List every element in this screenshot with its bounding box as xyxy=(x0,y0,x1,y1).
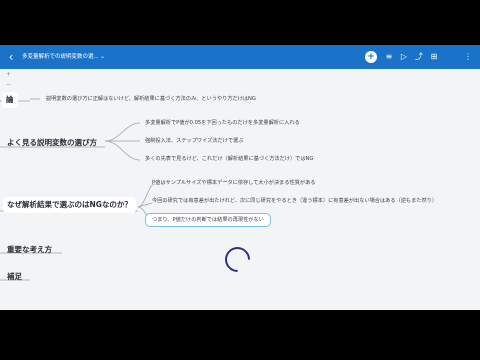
node-common-item-1[interactable]: 多変量解析でP値が0.05を下回ったものだけを多変量解析に入れる xyxy=(145,119,300,127)
node-why-item-3[interactable]: つまり、P値だけの判断では結果の再現性がない xyxy=(145,213,271,227)
node-why-item-2[interactable]: 今回の研究では有意差が出たけれど、次に同じ研究をやるとき（違う標本）に有意差が出… xyxy=(152,197,437,205)
node-common-methods[interactable]: よく見る説明変数の選び方 xyxy=(3,135,101,151)
node-important[interactable]: 重要な考え方 xyxy=(3,242,56,258)
node-common-item-2[interactable]: 強制投入法、ステップワイズ法だけで選ぶ xyxy=(145,137,243,145)
node-conclusion[interactable]: 論 xyxy=(2,92,18,108)
node-conclusion-text[interactable]: 説明変数の選び方に正解はないけど、解析結果に基づく方法のみ、というやり方だけはN… xyxy=(46,95,256,103)
node-supplement[interactable]: 補足 xyxy=(3,269,26,285)
node-conclusion-title: 論 xyxy=(6,95,14,104)
node-why-ng[interactable]: なぜ解析結果で選ぶのはNGなのか？ xyxy=(3,197,136,213)
node-common-item-3[interactable]: 多くの先表で見るけど、これだけ（解析結果に基づく方法だけ）ではNG xyxy=(145,155,313,163)
node-why-item-1[interactable]: P値はサンプルサイズや標本データに依存して大小が決まる性質がある xyxy=(152,179,315,187)
mindmap-app: ‹ 多変量解析での説明変数の選... ⌄ + ≡ ▷ ⤴ ⊞ ⋮ + − 論 説… xyxy=(0,45,480,310)
